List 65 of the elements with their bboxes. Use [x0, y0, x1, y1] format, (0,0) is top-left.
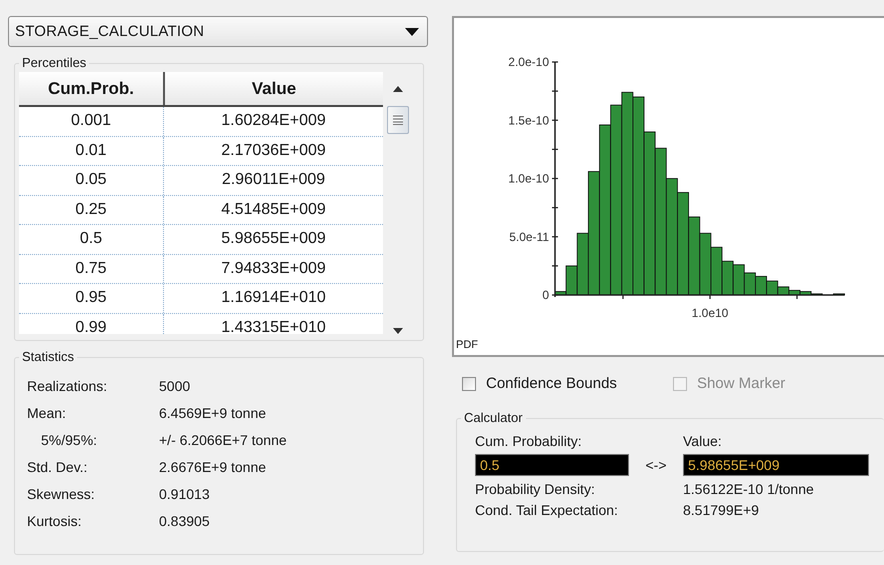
histogram-bar	[744, 272, 756, 296]
selector-dropdown[interactable]: STORAGE_CALCULATION	[8, 16, 428, 47]
y-tick-label: 1.0e-10	[508, 172, 549, 186]
stat-value: 0.91013	[159, 486, 211, 502]
histogram-bar	[722, 260, 734, 296]
table-cell-text: 2.17036E+009	[220, 140, 327, 161]
histogram-bar	[732, 264, 745, 296]
probability-field[interactable]: 0.5	[475, 454, 629, 476]
stat-label: Mean:	[27, 405, 67, 421]
histogram-bar	[755, 276, 767, 296]
stat-label: Std. Dev.:	[27, 459, 88, 475]
table-cell: 0.95	[19, 284, 164, 312]
table-cell-text: 5.98655E+009	[220, 229, 327, 250]
result-value: 1.56122E-10 1/tonne	[683, 481, 815, 497]
field-label: Value:	[683, 433, 723, 449]
stat-value: +/- 6.2066E+7 tonne	[159, 432, 288, 448]
result-label: Probability Density:	[475, 481, 596, 497]
result-label: Cond. Tail Expectation:	[475, 502, 619, 518]
chart-label: PDF	[455, 338, 478, 351]
scroll-up-icon[interactable]	[393, 86, 403, 92]
link-symbol: <->	[645, 457, 666, 473]
checkbox[interactable]	[462, 376, 476, 390]
y-tick-label: 5.0e-11	[509, 230, 549, 244]
histogram-bar	[833, 293, 845, 296]
table-cell-text: 4.51485E+009	[220, 200, 327, 220]
stat-label: Kurtosis:	[27, 513, 82, 529]
table-cell-text: 2.96011E+009	[220, 170, 326, 190]
value-field[interactable]: 5.98655E+009	[683, 454, 869, 476]
scroll-down-icon[interactable]	[393, 328, 403, 334]
table-cell: 0.5	[19, 225, 164, 254]
table-cell: 0.05	[19, 166, 164, 194]
stat-value: 0.83905	[159, 513, 211, 529]
stat-value: 6.4569E+9 tonne	[159, 405, 268, 421]
table-cell-text: 1.43315E+010	[220, 318, 327, 334]
column-header[interactable]: Cum.Prob.	[19, 72, 165, 105]
y-tick-label: 0	[542, 288, 549, 302]
histogram-bar	[710, 246, 722, 296]
stat-label: Realizations:	[27, 378, 108, 394]
grip-icon	[393, 115, 403, 125]
histogram-bar	[699, 232, 712, 296]
column-header[interactable]: Value	[165, 72, 383, 105]
checkbox-label: Confidence Bounds	[486, 375, 617, 392]
table-cell-text: 1.16914E+010	[220, 288, 327, 308]
stat-label: 5%/95%:	[40, 432, 98, 448]
stat-value: 5000	[159, 378, 192, 394]
group-title: Percentiles	[19, 55, 90, 70]
table-cell: 0.75	[19, 254, 164, 283]
group-title: Calculator	[461, 410, 526, 425]
scrollbar-thumb[interactable]	[387, 106, 409, 134]
table-cell: 0.99	[19, 314, 164, 334]
dropdown-arrow-icon	[405, 28, 419, 36]
checkbox-label: Show Marker	[696, 375, 786, 392]
stat-value: 2.6676E+9 tonne	[159, 459, 268, 475]
y-tick-label: 1.5e-10	[508, 113, 549, 128]
table-cell: 0.25	[19, 196, 164, 224]
field-label: Cum. Probability:	[475, 433, 583, 449]
table-cell-text: 7.94833E+009	[220, 258, 327, 279]
y-tick-label: 2.0e-10	[508, 55, 549, 69]
table-cell-text: 1.60284E+009	[220, 111, 327, 132]
stat-label: Skewness:	[27, 486, 96, 502]
table-cell: 0.01	[19, 136, 164, 165]
result-value: 8.51799E+9	[683, 502, 760, 518]
group-title: Statistics	[19, 349, 78, 364]
x-tick-label: 1.0e10	[692, 306, 728, 320]
table-cell: 0.001	[19, 107, 164, 136]
